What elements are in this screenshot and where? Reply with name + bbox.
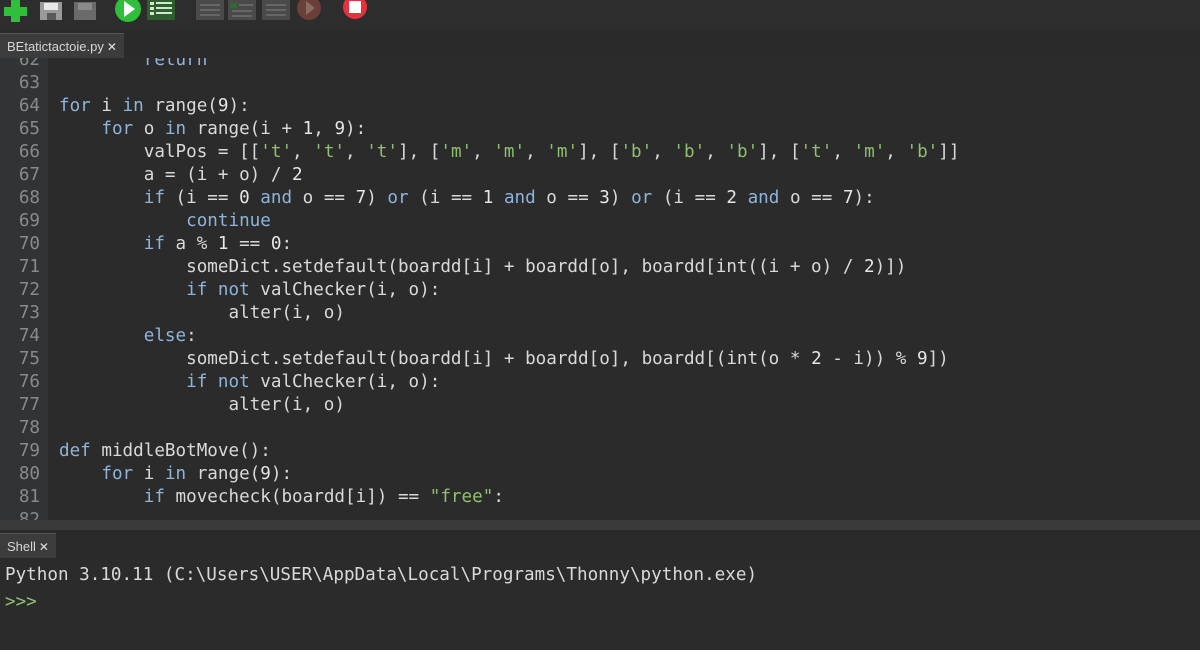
code-line[interactable]: 62 return <box>0 58 1200 72</box>
close-icon[interactable]: ✕ <box>107 40 117 54</box>
code-line[interactable]: 69 continue <box>0 210 1200 233</box>
step-over-button[interactable] <box>196 0 224 22</box>
code-text[interactable]: alter(i, o) <box>59 394 345 417</box>
open-file-button[interactable] <box>38 0 64 22</box>
code-text[interactable]: ... <box>59 509 218 520</box>
code-line[interactable]: 67 a = (i + o) / 2 <box>0 164 1200 187</box>
debug-button[interactable] <box>146 0 176 22</box>
code-editor[interactable]: 62 return 63 64 for i in range(9): 65 for o … <box>0 58 1200 520</box>
code-text[interactable]: alter(i, o) <box>59 302 345 325</box>
step-over-icon <box>196 0 224 20</box>
editor-tab-strip: BEtatictactoie.py ✕ <box>0 30 1200 58</box>
code-line[interactable]: 64 for i in range(9): <box>0 95 1200 118</box>
code-text[interactable]: def middleBotMove(): <box>59 440 271 463</box>
code-line[interactable]: 77 alter(i, o) <box>0 394 1200 417</box>
line-number: 79 <box>18 441 40 461</box>
stop-icon <box>343 0 367 19</box>
tab-label: Shell <box>7 539 36 554</box>
resume-button[interactable] <box>294 0 324 22</box>
code-line[interactable]: 75 someDict.setdefault(boardd[i] + board… <box>0 348 1200 371</box>
line-number: 66 <box>18 142 40 162</box>
code-text[interactable]: if not valChecker(i, o): <box>59 371 440 394</box>
step-out-button[interactable] <box>262 0 290 22</box>
code-text[interactable]: for i in range(9): <box>59 95 250 118</box>
code-text[interactable]: for o in range(i + 1, 9): <box>59 118 366 141</box>
plus-icon <box>4 0 27 22</box>
shell-tab-strip: Shell ✕ <box>0 530 1200 560</box>
shell-panel[interactable]: Python 3.10.11 (C:\Users\USER\AppData\Lo… <box>0 560 1200 650</box>
line-number: 63 <box>18 73 40 93</box>
tab-betatictactoie[interactable]: BEtatictactoie.py ✕ <box>0 33 124 58</box>
code-text[interactable]: if (i == 0 and o == 7) or (i == 1 and o … <box>59 187 875 210</box>
code-line[interactable]: 73 alter(i, o) <box>0 302 1200 325</box>
run-button[interactable] <box>114 0 142 22</box>
line-number: 64 <box>18 96 40 116</box>
code-area[interactable]: 62 return 63 64 for i in range(9): 65 for o … <box>0 58 1200 520</box>
line-number: 62 <box>18 58 40 70</box>
code-line[interactable]: 79 def middleBotMove(): <box>0 440 1200 463</box>
resume-icon <box>297 0 321 20</box>
toolbar <box>0 0 1200 30</box>
code-line[interactable]: 63 <box>0 72 1200 95</box>
step-into-button[interactable] <box>228 0 256 22</box>
line-number: 82 <box>18 510 40 520</box>
line-number: 70 <box>18 234 40 254</box>
code-text[interactable]: if movecheck(boardd[i]) == "free": <box>59 486 504 509</box>
code-line[interactable]: 82 ... <box>0 509 1200 520</box>
code-line[interactable]: 76 if not valChecker(i, o): <box>0 371 1200 394</box>
code-text[interactable]: valPos = [['t', 't', 't'], ['m', 'm', 'm… <box>59 141 960 164</box>
shell-banner: Python 3.10.11 (C:\Users\USER\AppData\Lo… <box>5 565 758 585</box>
line-number: 69 <box>18 211 40 231</box>
code-text[interactable]: continue <box>59 210 271 233</box>
new-file-button[interactable] <box>2 0 30 22</box>
code-line[interactable]: 78 <box>0 417 1200 440</box>
step-into-icon <box>228 0 256 20</box>
code-text[interactable]: someDict.setdefault(boardd[i] + boardd[o… <box>59 256 906 279</box>
floppy-icon <box>74 2 96 20</box>
line-number: 75 <box>18 349 40 369</box>
code-text[interactable]: else: <box>59 325 197 348</box>
thonny-window: BEtatictactoie.py ✕ 62 return 63 64 for i in… <box>0 0 1200 650</box>
code-text[interactable]: if a % 1 == 0: <box>59 233 292 256</box>
code-line[interactable]: 80 for i in range(9): <box>0 463 1200 486</box>
pane-divider[interactable] <box>0 520 1200 530</box>
stop-button[interactable] <box>340 0 370 22</box>
line-number: 74 <box>18 326 40 346</box>
line-number: 65 <box>18 119 40 139</box>
code-text[interactable]: someDict.setdefault(boardd[i] + boardd[o… <box>59 348 949 371</box>
tab-label: BEtatictactoie.py <box>7 39 104 54</box>
close-icon[interactable]: ✕ <box>39 540 49 554</box>
code-line[interactable]: 65 for o in range(i + 1, 9): <box>0 118 1200 141</box>
line-number: 68 <box>18 188 40 208</box>
code-line[interactable]: 71 someDict.setdefault(boardd[i] + board… <box>0 256 1200 279</box>
save-file-button[interactable] <box>72 0 98 22</box>
folder-icon <box>40 2 62 20</box>
line-number: 77 <box>18 395 40 415</box>
line-number: 81 <box>18 487 40 507</box>
code-text[interactable]: a = (i + o) / 2 <box>59 164 303 187</box>
line-number: 67 <box>18 165 40 185</box>
line-number: 78 <box>18 418 40 438</box>
code-text[interactable]: return <box>59 58 208 72</box>
code-text[interactable]: if not valChecker(i, o): <box>59 279 440 302</box>
line-number: 72 <box>18 280 40 300</box>
code-line[interactable]: 72 if not valChecker(i, o): <box>0 279 1200 302</box>
code-line[interactable]: 68 if (i == 0 and o == 7) or (i == 1 and… <box>0 187 1200 210</box>
shell-prompt[interactable]: >>> <box>5 590 37 614</box>
play-icon <box>115 0 141 22</box>
line-number: 71 <box>18 257 40 277</box>
step-out-icon <box>262 0 290 20</box>
code-line[interactable]: 81 if movecheck(boardd[i]) == "free": <box>0 486 1200 509</box>
code-text[interactable]: for i in range(9): <box>59 463 292 486</box>
debug-list-icon <box>147 0 175 20</box>
line-number: 73 <box>18 303 40 323</box>
code-line[interactable]: 66 valPos = [['t', 't', 't'], ['m', 'm',… <box>0 141 1200 164</box>
line-number: 80 <box>18 464 40 484</box>
tab-shell[interactable]: Shell ✕ <box>0 533 56 558</box>
code-line[interactable]: 70 if a % 1 == 0: <box>0 233 1200 256</box>
code-line[interactable]: 74 else: <box>0 325 1200 348</box>
line-number: 76 <box>18 372 40 392</box>
